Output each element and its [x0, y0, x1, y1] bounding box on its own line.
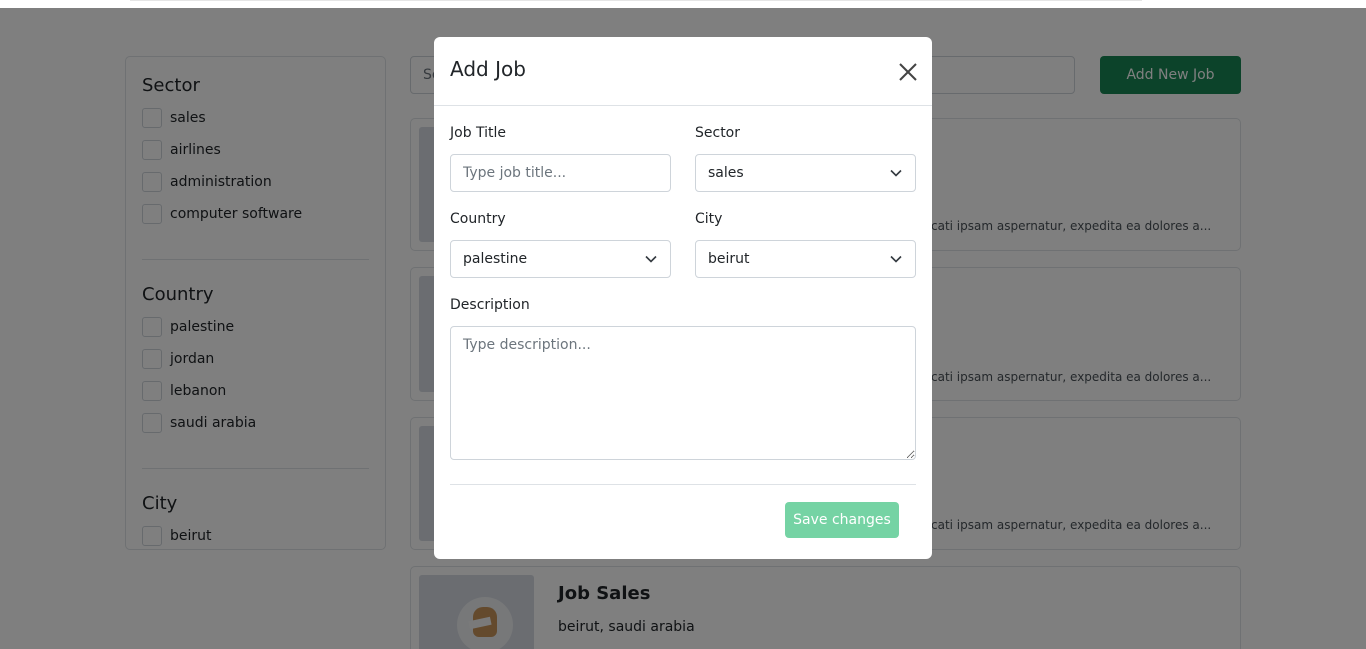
- job-title-label: Job Title: [450, 125, 507, 141]
- chevron-down-icon: [890, 169, 902, 177]
- job-title-input[interactable]: [450, 154, 671, 192]
- country-select[interactable]: palestine: [450, 240, 671, 278]
- modal-title: Add Job: [450, 57, 526, 81]
- add-job-modal: Add Job Job Title Sector sales Country p…: [434, 37, 932, 559]
- city-label: City: [695, 211, 723, 227]
- save-changes-button[interactable]: Save changes: [785, 502, 899, 538]
- sector-select[interactable]: sales: [695, 154, 916, 192]
- sector-selected-value: sales: [708, 165, 744, 181]
- modal-header: Add Job: [434, 37, 932, 106]
- description-label: Description: [450, 297, 530, 313]
- top-navbar: [0, 0, 1366, 8]
- navbar-border: [130, 0, 1142, 1]
- country-selected-value: palestine: [463, 251, 528, 267]
- modal-footer-divider: [450, 484, 916, 485]
- description-textarea[interactable]: [450, 326, 916, 460]
- city-selected-value: beirut: [708, 251, 750, 267]
- close-button[interactable]: [895, 59, 921, 85]
- chevron-down-icon: [645, 255, 657, 263]
- chevron-down-icon: [890, 255, 902, 263]
- sector-label: Sector: [695, 125, 741, 141]
- city-select[interactable]: beirut: [695, 240, 916, 278]
- country-label: Country: [450, 211, 506, 227]
- close-icon: [899, 63, 917, 81]
